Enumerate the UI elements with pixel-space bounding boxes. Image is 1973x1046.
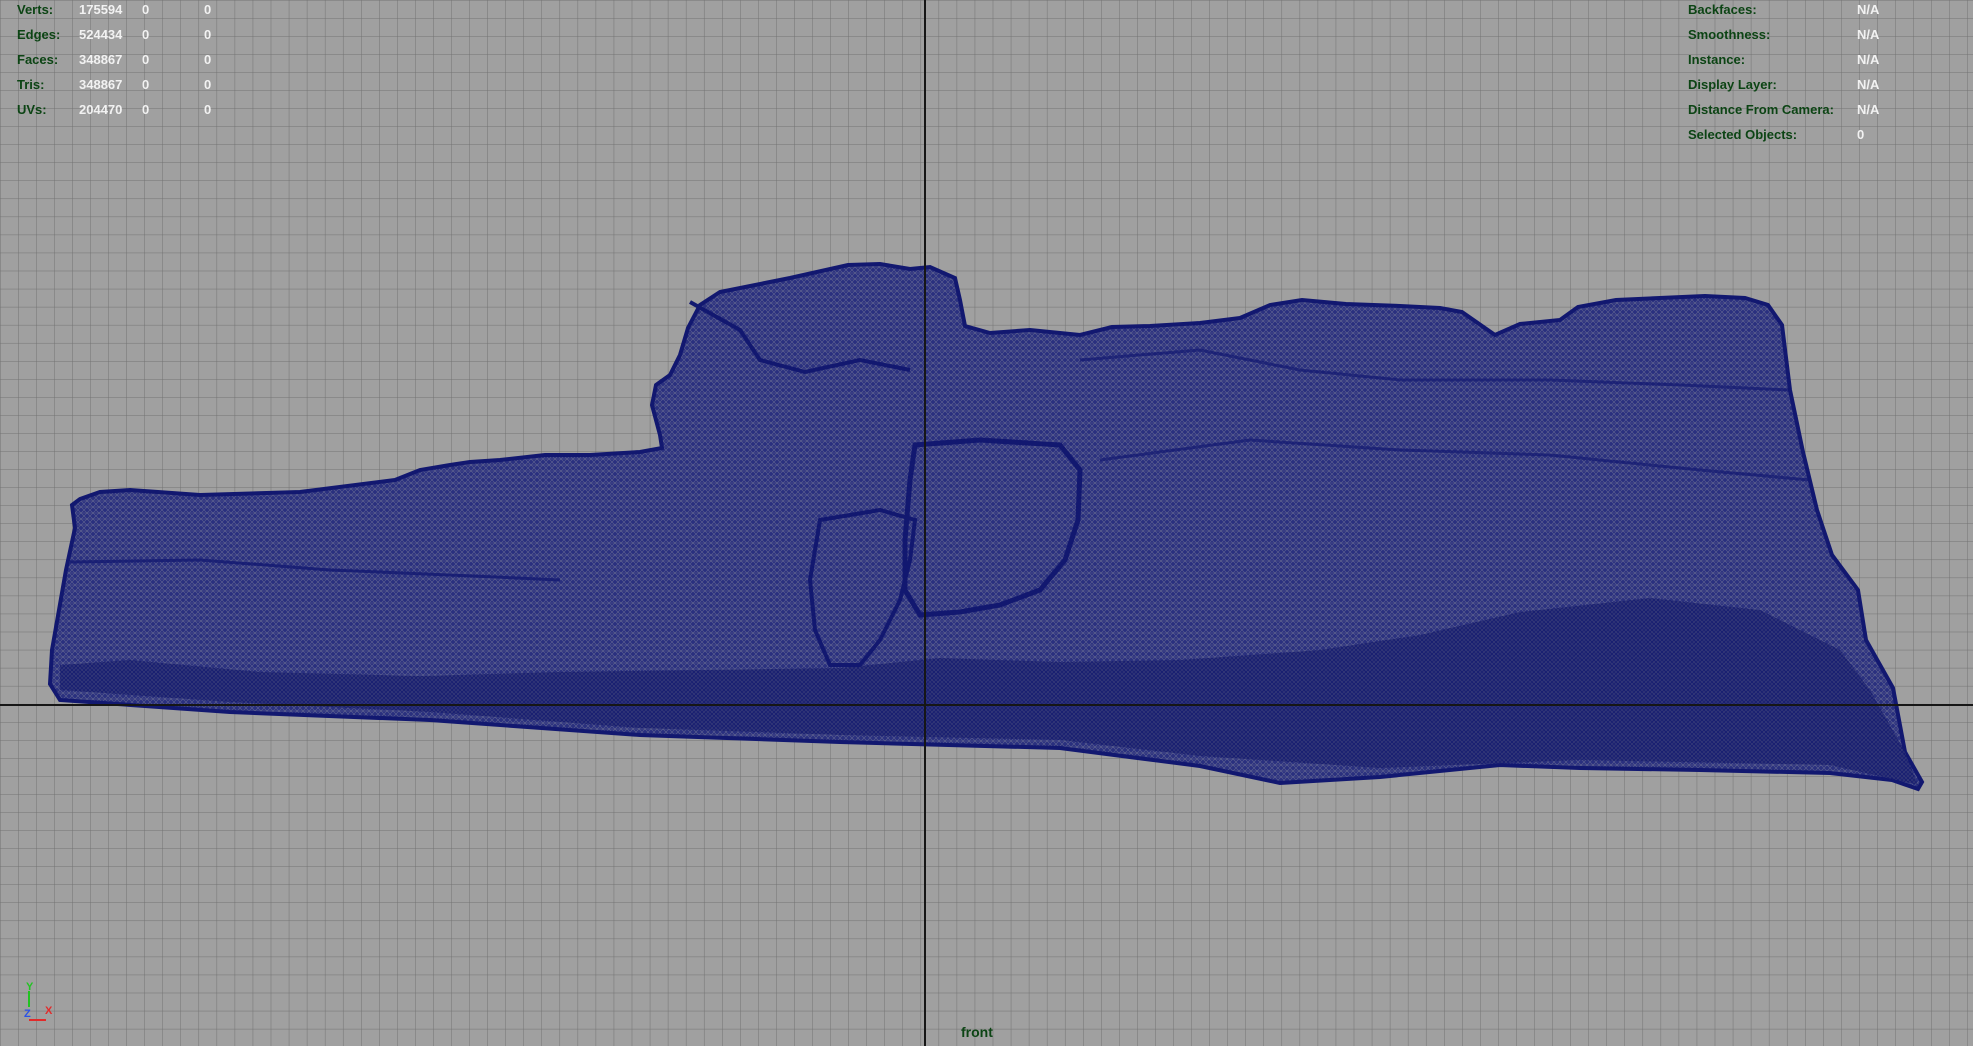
poly-count-hud: Verts: 175594 0 0 Edges: 524434 0 0 Face… <box>17 0 257 122</box>
stat-total: 348867 <box>79 52 123 67</box>
detail-label: Selected Objects: <box>1688 127 1798 142</box>
camera-name-label: front <box>961 1024 993 1040</box>
detail-label: Instance: <box>1688 52 1746 67</box>
stat-total: 204470 <box>79 102 123 117</box>
stat-selected-component: 0 <box>204 77 212 92</box>
stat-label: UVs: <box>17 102 47 117</box>
stat-total: 175594 <box>79 2 123 17</box>
detail-label: Backfaces: <box>1688 2 1757 17</box>
stat-selected: 0 <box>142 2 150 17</box>
detail-row-backfaces: Backfaces: N/A <box>1688 0 1973 22</box>
stat-selected: 0 <box>142 77 150 92</box>
stat-row-uvs: UVs: 204470 0 0 <box>17 97 257 122</box>
stat-selected: 0 <box>142 27 150 42</box>
stat-row-edges: Edges: 524434 0 0 <box>17 22 257 47</box>
detail-value: 0 <box>1857 127 1865 142</box>
detail-row-selected-objects: Selected Objects: 0 <box>1688 122 1973 147</box>
axis-gizmo-icon: Y Z X <box>24 982 53 1021</box>
stat-selected: 0 <box>142 52 150 67</box>
stat-total: 348867 <box>79 77 123 92</box>
stat-label: Edges: <box>17 27 61 42</box>
detail-value: N/A <box>1857 27 1880 42</box>
stat-selected-component: 0 <box>204 27 212 42</box>
detail-row-smoothness: Smoothness: N/A <box>1688 22 1973 47</box>
stat-row-faces: Faces: 348867 0 0 <box>17 47 257 72</box>
detail-value: N/A <box>1857 2 1880 17</box>
detail-row-display-layer: Display Layer: N/A <box>1688 72 1973 97</box>
stat-row-verts: Verts: 175594 0 0 <box>17 0 257 22</box>
stat-row-tris: Tris: 348867 0 0 <box>17 72 257 97</box>
stat-selected: 0 <box>142 102 150 117</box>
detail-value: N/A <box>1857 77 1880 92</box>
x-axis-label: X <box>45 1005 53 1017</box>
detail-value: N/A <box>1857 52 1880 67</box>
detail-label: Smoothness: <box>1688 27 1771 42</box>
stat-selected-component: 0 <box>204 52 212 67</box>
detail-label: Distance From Camera: <box>1688 102 1834 117</box>
stat-label: Tris: <box>17 77 45 92</box>
detail-label: Display Layer: <box>1688 77 1777 92</box>
y-axis-label: Y <box>26 982 34 993</box>
stat-selected-component: 0 <box>204 102 212 117</box>
stat-total: 524434 <box>79 27 123 42</box>
front-viewport[interactable]: Verts: 175594 0 0 Edges: 524434 0 0 Face… <box>0 0 1973 1046</box>
stat-selected-component: 0 <box>204 2 212 17</box>
detail-row-distance-from-camera: Distance From Camera: N/A <box>1688 97 1973 122</box>
z-axis-label: Z <box>24 1008 31 1020</box>
object-details-hud: Backfaces: N/A Smoothness: N/A Instance:… <box>1688 0 1973 147</box>
stat-label: Faces: <box>17 52 59 67</box>
detail-row-instance: Instance: N/A <box>1688 47 1973 72</box>
stat-label: Verts: <box>17 2 54 17</box>
detail-value: N/A <box>1857 102 1880 117</box>
viewport-scene[interactable] <box>0 0 1973 1046</box>
